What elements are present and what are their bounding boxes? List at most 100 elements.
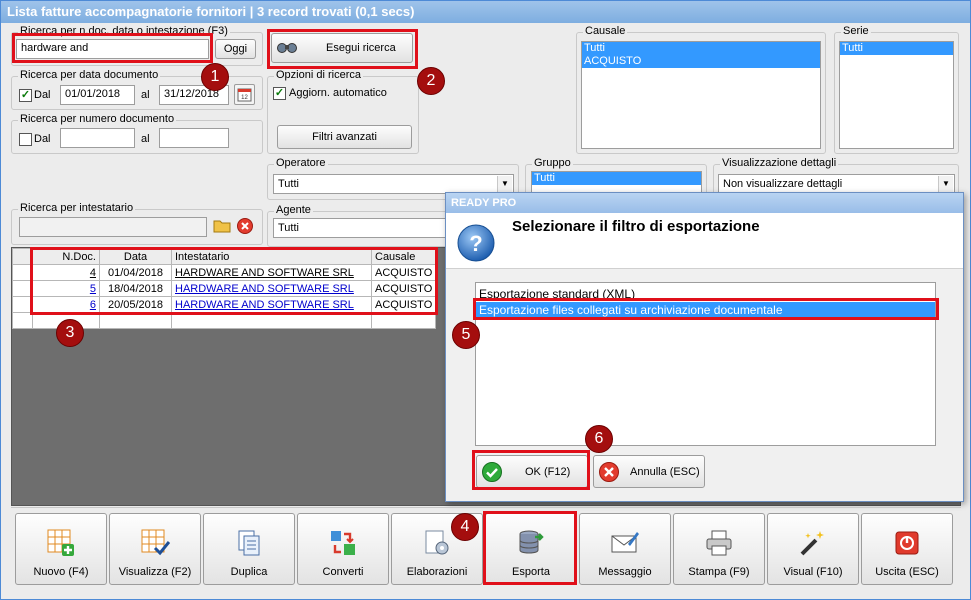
message-icon: [610, 528, 640, 558]
step-marker-5: 5: [452, 321, 480, 349]
agente-label: Agente: [274, 204, 313, 216]
cancel-button[interactable]: Annulla (ESC): [593, 455, 705, 488]
date-from-field[interactable]: 01/01/2018: [60, 85, 135, 105]
dialog-title: READY PRO: [446, 193, 963, 213]
operatore-value: Tutti: [278, 178, 299, 190]
grid-check-icon: [140, 528, 170, 558]
step-marker-4: 4: [451, 513, 479, 541]
causale-item[interactable]: ACQUISTO: [582, 55, 820, 68]
details-label: Visualizzazione dettagli: [720, 157, 839, 169]
toolbar-separator: [11, 507, 961, 508]
auto-update-label: Aggiorn. automatico: [289, 87, 387, 99]
doc-number[interactable]: 5: [90, 283, 96, 295]
toolbar-label: Visual (F10): [783, 566, 843, 578]
visual-button[interactable]: Visual (F10): [767, 513, 859, 585]
number-from-field[interactable]: [60, 128, 135, 148]
column-header[interactable]: Data: [99, 248, 172, 265]
advanced-filters-button[interactable]: Filtri avanzati: [277, 125, 412, 149]
question-icon: ?: [456, 223, 496, 263]
export-option[interactable]: Esportazione standard (XML): [476, 286, 935, 302]
number-to-field[interactable]: [159, 128, 229, 148]
doc-holder[interactable]: HARDWARE AND SOFTWARE SRL: [175, 299, 354, 311]
check-icon: [481, 461, 503, 483]
toolbar-label: Visualizza (F2): [118, 566, 192, 578]
view-button[interactable]: Visualizza (F2): [109, 513, 201, 585]
agente-value: Tutti: [278, 222, 299, 234]
operatore-dropdown[interactable]: Tutti ▼: [273, 174, 514, 194]
holder-search-label: Ricerca per intestatario: [18, 202, 136, 214]
today-button[interactable]: Oggi: [215, 39, 256, 59]
number-al-label: al: [141, 133, 150, 145]
gruppo-list[interactable]: Tutti: [531, 171, 702, 193]
number-search-label: Ricerca per numero documento: [18, 113, 177, 125]
column-header[interactable]: N.Doc.: [32, 248, 100, 265]
table-row[interactable]: 5 18/04/2018 HARDWARE AND SOFTWARE SRL A…: [12, 280, 437, 297]
folder-icon[interactable]: [212, 216, 232, 236]
cancel-label: Annulla (ESC): [630, 465, 700, 478]
export-option-selected[interactable]: Esportazione files collegati su archivia…: [476, 302, 935, 318]
export-options-list[interactable]: Esportazione standard (XML) Esportazione…: [475, 282, 936, 446]
duplicate-button[interactable]: Duplica: [203, 513, 295, 585]
documents-grid[interactable]: N.Doc. Data Intestatario Causale 4 01/04…: [12, 248, 437, 329]
doc-causale: ACQUISTO: [370, 264, 437, 281]
toolbar-label: Stampa (F9): [688, 566, 750, 578]
exit-button[interactable]: Uscita (ESC): [861, 513, 953, 585]
calendar-icon[interactable]: 12: [234, 84, 255, 105]
serie-list[interactable]: Tutti: [839, 41, 954, 149]
causale-list[interactable]: Tutti ACQUISTO: [581, 41, 821, 149]
causale-item[interactable]: Tutti: [582, 42, 820, 55]
doc-causale: ACQUISTO: [370, 280, 437, 297]
ok-button[interactable]: OK (F12): [476, 455, 588, 488]
chevron-down-icon[interactable]: ▼: [938, 176, 953, 192]
print-button[interactable]: Stampa (F9): [673, 513, 765, 585]
database-export-icon: [516, 528, 546, 558]
main-window: Lista fatture accompagnatorie fornitori …: [0, 0, 971, 600]
execute-search-button[interactable]: Esegui ricerca: [271, 33, 413, 63]
chevron-down-icon[interactable]: ▼: [497, 176, 512, 192]
step-marker-6: 6: [585, 425, 613, 453]
export-button[interactable]: Esporta: [485, 513, 577, 585]
svg-text:?: ?: [469, 231, 482, 256]
process-icon: [422, 528, 452, 558]
column-header[interactable]: Intestatario: [171, 248, 372, 265]
toolbar-label: Esporta: [512, 566, 550, 578]
gruppo-item[interactable]: Tutti: [532, 172, 701, 185]
search-input[interactable]: hardware and: [16, 39, 209, 59]
step-marker-1: 1: [201, 63, 229, 91]
toolbar-label: Messaggio: [598, 566, 652, 578]
doc-holder[interactable]: HARDWARE AND SOFTWARE SRL: [175, 267, 354, 279]
toolbar-label: Duplica: [230, 566, 268, 578]
date-from-checkbox[interactable]: ✓: [19, 89, 32, 102]
dialog-heading: Selezionare il filtro di esportazione: [512, 218, 760, 235]
search-options-label: Opzioni di ricerca: [274, 69, 363, 81]
table-row[interactable]: 4 01/04/2018 HARDWARE AND SOFTWARE SRL A…: [12, 264, 437, 281]
doc-date: 20/05/2018: [99, 296, 172, 313]
auto-update-checkbox[interactable]: ✓: [273, 87, 286, 100]
convert-button[interactable]: Converti: [297, 513, 389, 585]
export-filter-dialog: READY PRO ? Selezionare il filtro di esp…: [445, 192, 964, 502]
table-row[interactable]: 6 20/05/2018 HARDWARE AND SOFTWARE SRL A…: [12, 296, 437, 313]
doc-causale: ACQUISTO: [370, 296, 437, 313]
number-dal-label: Dal: [34, 133, 51, 145]
toolbar-label: Uscita (ESC): [875, 566, 939, 578]
doc-holder[interactable]: HARDWARE AND SOFTWARE SRL: [175, 283, 354, 295]
number-from-checkbox[interactable]: [19, 133, 32, 146]
details-dropdown[interactable]: Non visualizzare dettagli ▼: [718, 174, 955, 194]
ok-label: OK (F12): [525, 465, 571, 478]
message-button[interactable]: Messaggio: [579, 513, 671, 585]
execute-search-label: Esegui ricerca: [326, 42, 396, 54]
new-button[interactable]: Nuovo (F4): [15, 513, 107, 585]
column-header[interactable]: Causale: [370, 248, 437, 265]
clear-icon[interactable]: [235, 216, 255, 236]
doc-number[interactable]: 6: [90, 299, 96, 311]
gruppo-label: Gruppo: [532, 157, 573, 169]
toolbar-label: Converti: [322, 566, 364, 578]
serie-item[interactable]: Tutti: [840, 42, 953, 55]
date-search-label: Ricerca per data documento: [18, 69, 161, 81]
serie-label: Serie: [841, 25, 871, 37]
toolbar-label: Nuovo (F4): [33, 566, 89, 578]
doc-number[interactable]: 4: [90, 267, 96, 279]
cancel-icon: [598, 461, 620, 483]
magic-wand-icon: [798, 528, 828, 558]
holder-field[interactable]: [19, 217, 207, 237]
